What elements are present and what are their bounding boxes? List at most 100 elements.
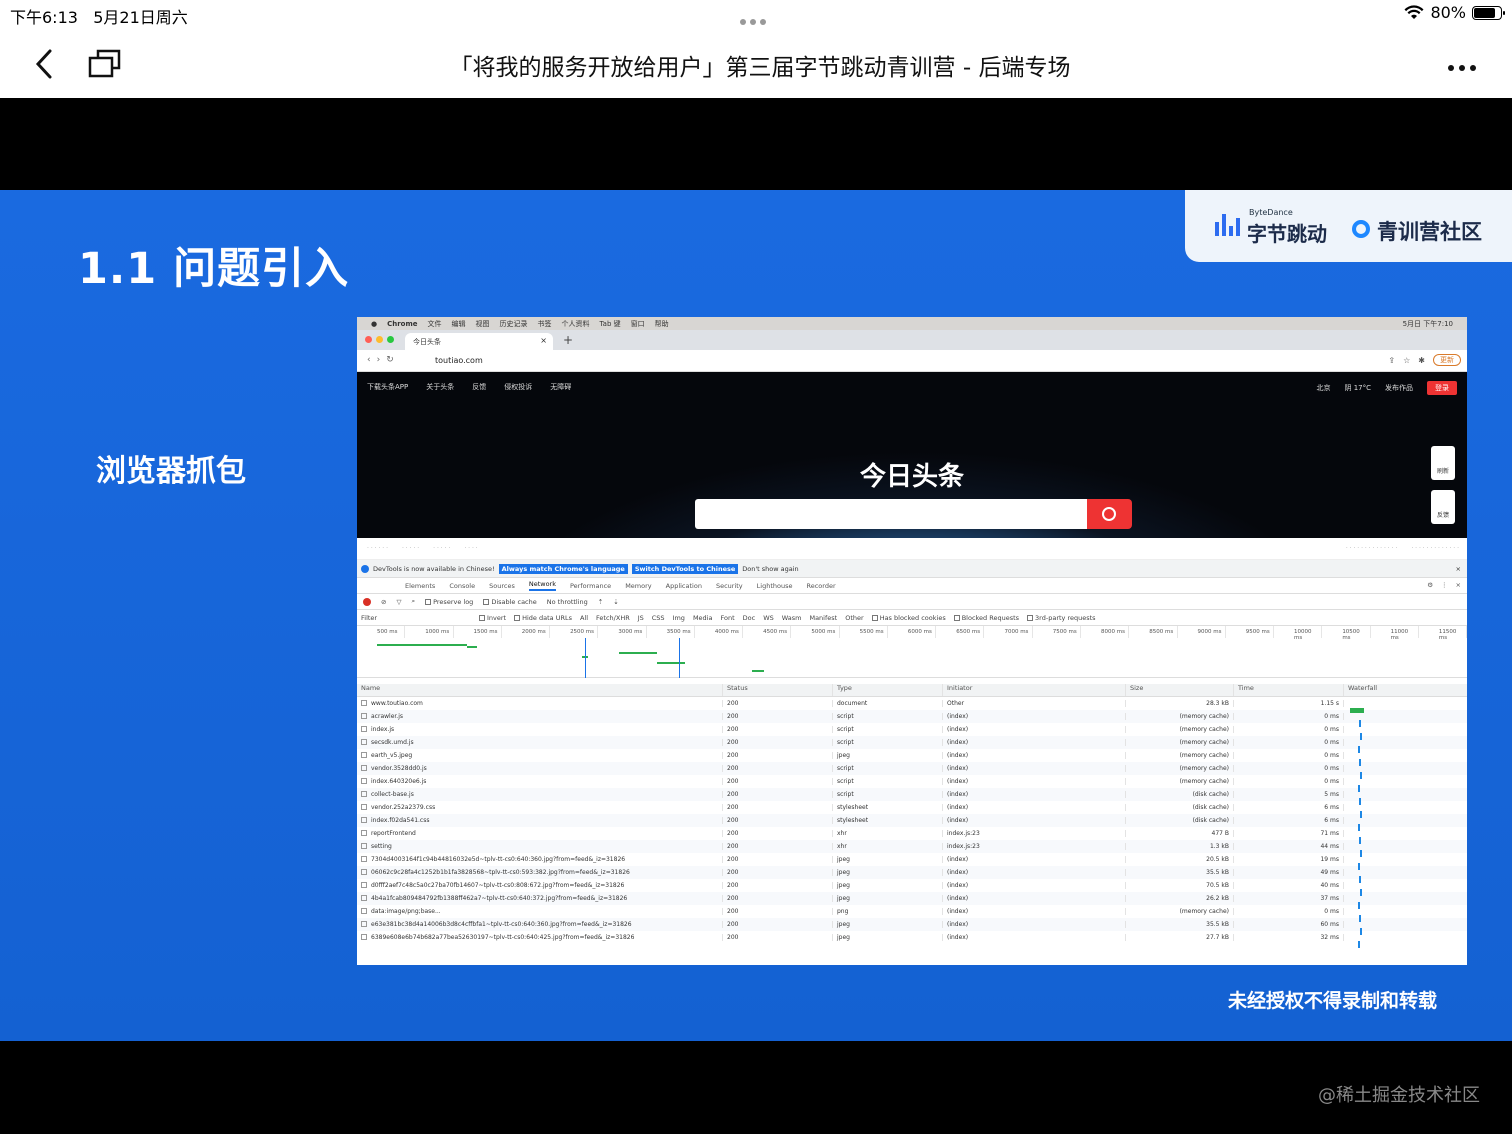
col-initiator[interactable]: Initiator bbox=[943, 684, 1126, 696]
filter-icon[interactable]: ▽ bbox=[396, 598, 401, 606]
filter-item[interactable]: Other bbox=[845, 614, 863, 622]
col-size[interactable]: Size bbox=[1126, 684, 1234, 696]
devtools-tab[interactable]: Elements bbox=[405, 582, 435, 590]
filter-item[interactable]: 3rd-party requests bbox=[1027, 614, 1096, 622]
page-nav-link[interactable]: 无障碍 bbox=[550, 382, 571, 392]
network-overview[interactable]: 500 ms 1000 ms 1500 ms 2000 ms 2500 ms 3000 m… bbox=[357, 626, 1467, 678]
devtools-tab[interactable]: Security bbox=[716, 582, 743, 590]
throttling-select[interactable]: No throttling bbox=[547, 598, 588, 606]
mac-menu-item[interactable]: Tab 键 bbox=[600, 320, 621, 328]
page-nav-link[interactable]: 反馈 bbox=[472, 382, 486, 392]
devtools-tab[interactable]: Network bbox=[528, 580, 556, 591]
preserve-log-checkbox[interactable]: Preserve log bbox=[425, 598, 473, 606]
page-nav-link[interactable]: 关于头条 bbox=[426, 382, 454, 392]
table-row[interactable]: 7304d4003164f1c94b44816032e5d~tplv-tt-cs… bbox=[357, 853, 1467, 870]
window-controls[interactable] bbox=[365, 336, 394, 343]
filter-item[interactable]: Doc bbox=[743, 614, 756, 622]
mac-menu-item[interactable]: Chrome bbox=[387, 320, 417, 328]
close-icon[interactable]: × bbox=[1456, 581, 1461, 589]
table-row[interactable]: secsdk.umd.js 200 script (index) (memory cac… bbox=[357, 736, 1467, 753]
table-row[interactable]: e63e381bc38d4a14006b3d8c4cffbfa1~tplv-tt… bbox=[357, 918, 1467, 935]
table-row[interactable]: vendor.3528dd0.js 200 script (index) (memory… bbox=[357, 762, 1467, 779]
filter-item[interactable]: Manifest bbox=[809, 614, 837, 622]
table-row[interactable]: collect-base.js 200 script (index) (disk cac… bbox=[357, 788, 1467, 805]
close-icon[interactable]: × bbox=[540, 336, 547, 345]
mac-menu-item[interactable]: 编辑 bbox=[452, 320, 466, 328]
mac-menu-item[interactable]: 书签 bbox=[538, 320, 552, 328]
table-row[interactable]: vendor.252a2379.css 200 stylesheet (index)(… bbox=[357, 801, 1467, 818]
search-input[interactable] bbox=[695, 499, 1087, 529]
col-status[interactable]: Status bbox=[723, 684, 833, 696]
record-icon[interactable] bbox=[363, 597, 371, 606]
devtools-tab[interactable]: Console bbox=[449, 582, 475, 590]
disable-cache-checkbox[interactable]: Disable cache bbox=[483, 598, 537, 606]
feedback-side-button[interactable]: 反馈 bbox=[1431, 490, 1455, 524]
table-row[interactable]: 4b4a1fcab809484792fb1388ff462a7~tplv-tt-… bbox=[357, 892, 1467, 909]
table-row[interactable]: reportFrontend 200 xhr index.js:23 477 B 71 m… bbox=[357, 827, 1467, 844]
table-row[interactable]: setting 200 xhr index.js:23 1.3 kB 44 ms bbox=[357, 840, 1467, 857]
search-icon[interactable] bbox=[1087, 499, 1132, 529]
devtools-tab[interactable]: Performance bbox=[570, 582, 611, 590]
filter-item[interactable]: Font bbox=[720, 614, 734, 622]
more-vertical-icon[interactable]: ⋮ bbox=[1441, 581, 1448, 589]
table-row[interactable]: acrawler.js 200 script (index) (memory cache… bbox=[357, 710, 1467, 727]
mac-menu-item[interactable]: 历史记录 bbox=[500, 320, 528, 328]
filter-item[interactable]: Has blocked cookies bbox=[871, 614, 946, 622]
close-icon[interactable]: × bbox=[1456, 565, 1467, 573]
table-row[interactable]: 6389e608e6b74b682a77bea52630197~tplv-tt-… bbox=[357, 931, 1467, 948]
devtools-tab[interactable]: Memory bbox=[625, 582, 651, 590]
filter-item[interactable]: Media bbox=[693, 614, 713, 622]
table-row[interactable]: index.640320e6.js 200 script (index) (memory… bbox=[357, 775, 1467, 792]
table-row[interactable]: www.toutiao.com 200 document Other 28.3 kB 1.… bbox=[357, 697, 1467, 713]
col-waterfall[interactable]: Waterfall bbox=[1344, 684, 1467, 696]
download-icon[interactable]: ⇣ bbox=[613, 598, 618, 606]
nav-arrows-icon[interactable]: ‹›↻ bbox=[367, 355, 400, 365]
table-row[interactable]: index.f02da541.css 200 stylesheet (index) (d… bbox=[357, 814, 1467, 831]
always-match-button[interactable]: Always match Chrome's language bbox=[498, 563, 628, 574]
devtools-tab[interactable]: Application bbox=[666, 582, 702, 590]
clear-icon[interactable]: ⊘ bbox=[381, 598, 386, 606]
devtools-tab[interactable]: Sources bbox=[489, 582, 515, 590]
window-icon[interactable] bbox=[88, 48, 122, 78]
switch-chinese-button[interactable]: Switch DevTools to Chinese bbox=[631, 563, 739, 574]
devtools-tab[interactable]: Lighthouse bbox=[757, 582, 793, 590]
filter-item[interactable]: JS bbox=[638, 614, 644, 622]
table-row[interactable]: index.js 200 script (index) (memory cache) 0 … bbox=[357, 723, 1467, 740]
upload-icon[interactable]: ⇡ bbox=[598, 598, 603, 606]
col-name[interactable]: Name bbox=[357, 684, 723, 696]
refresh-side-button[interactable]: 刷新 bbox=[1431, 446, 1455, 480]
col-type[interactable]: Type bbox=[833, 684, 943, 696]
filter-item[interactable]: All bbox=[580, 614, 588, 622]
browser-tab[interactable]: 今日头条 × bbox=[405, 333, 553, 350]
more-icon[interactable] bbox=[1448, 56, 1484, 71]
filter-item[interactable]: CSS bbox=[652, 614, 665, 622]
filter-item[interactable]: Img bbox=[673, 614, 685, 622]
table-row[interactable]: earth_v5.jpeg 200 jpeg (index) (memory cache… bbox=[357, 749, 1467, 766]
filter-item[interactable]: Fetch/XHR bbox=[596, 614, 630, 622]
filter-item[interactable]: Hide data URLs bbox=[514, 614, 572, 622]
devtools-tab[interactable]: Recorder bbox=[806, 582, 835, 590]
mac-menu-item[interactable]: 窗口 bbox=[631, 320, 645, 328]
new-tab-icon[interactable]: + bbox=[563, 333, 573, 347]
table-row[interactable]: d0fff2aef7c48c5a0c27ba70fb14607~tplv-tt-… bbox=[357, 879, 1467, 896]
star-icon[interactable]: ☆ bbox=[1403, 356, 1410, 365]
search-icon[interactable]: ⌕ bbox=[411, 597, 415, 606]
mac-menu-item[interactable]: 文件 bbox=[428, 320, 442, 328]
filter-item[interactable]: Invert bbox=[479, 614, 506, 622]
filter-item[interactable]: WS bbox=[763, 614, 774, 622]
col-time[interactable]: Time bbox=[1234, 684, 1344, 696]
url-field[interactable]: toutiao.com bbox=[427, 354, 1277, 368]
extension-icon[interactable]: ✱ bbox=[1418, 356, 1425, 365]
mac-menu-item[interactable]: 个人资料 bbox=[562, 320, 590, 328]
page-nav-link[interactable]: 下载头条APP bbox=[367, 382, 408, 392]
table-row[interactable]: data:image/png;base... 200 png (index) (memo… bbox=[357, 905, 1467, 922]
table-row[interactable]: 06062c9c28fa4c1252b1b1fa3828568~tplv-tt-… bbox=[357, 866, 1467, 883]
filter-item[interactable]: Wasm bbox=[782, 614, 802, 622]
settings-icon[interactable]: ⚙ bbox=[1427, 581, 1433, 589]
filter-item[interactable]: Blocked Requests bbox=[953, 614, 1019, 622]
page-nav-link[interactable]: 侵权投诉 bbox=[504, 382, 532, 392]
mac-menu-item[interactable]: 视图 bbox=[476, 320, 490, 328]
multitask-dots[interactable] bbox=[740, 10, 772, 25]
back-icon[interactable] bbox=[30, 46, 60, 82]
mac-menu-item[interactable]: 帮助 bbox=[655, 320, 669, 328]
